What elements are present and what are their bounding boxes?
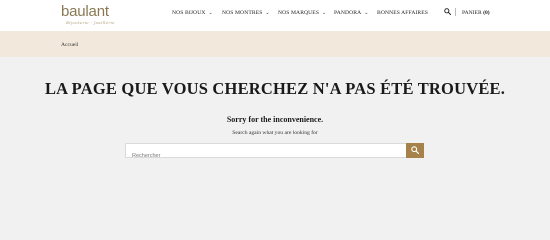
search-input[interactable]	[126, 149, 406, 163]
nav-item-nos-bijoux[interactable]: NOS BIJOUX ⌄	[172, 9, 213, 18]
site-header: baulant Bijouterie · Joaillerie NOS BIJO…	[0, 0, 550, 31]
nav-item-nos-montres[interactable]: NOS MONTRES ⌄	[222, 9, 270, 18]
cart-label: PANIER	[462, 10, 482, 16]
nav-item-label: NOS MARQUES	[278, 10, 320, 16]
site-logo[interactable]: baulant Bijouterie · Joaillerie	[61, 4, 125, 28]
breadcrumb-home-link[interactable]: Accueil	[61, 41, 78, 49]
page-title: LA PAGE QUE VOUS CHERCHEZ N'A PAS ÉTÉ TR…	[44, 79, 506, 98]
apology-text: Sorry for the inconvenience.	[226, 115, 324, 124]
search-field	[125, 143, 406, 163]
breadcrumb: Accueil	[0, 31, 550, 57]
search-button[interactable]	[406, 143, 424, 158]
search-icon[interactable]	[444, 8, 451, 15]
header-divider	[455, 8, 456, 16]
nav-item-label: PANDORA	[334, 10, 362, 16]
search-hint: Search again what you are looking for	[232, 130, 318, 136]
search-icon	[411, 146, 419, 154]
chevron-down-icon: ⌄	[265, 11, 270, 16]
chevron-down-icon: ⌄	[322, 11, 327, 16]
nav-item-pandora[interactable]: PANDORA ⌄	[334, 9, 369, 18]
nav-item-nos-marques[interactable]: NOS MARQUES ⌄	[278, 9, 326, 18]
cart-count: (0)	[483, 10, 490, 16]
nav-item-label: BONNES AFFAIRES	[377, 10, 428, 16]
cart-link[interactable]: PANIER (0)	[462, 9, 490, 17]
nav-item-bonnes-affaires[interactable]: BONNES AFFAIRES	[377, 9, 428, 17]
chevron-down-icon: ⌄	[208, 11, 213, 16]
chevron-down-icon: ⌄	[364, 11, 369, 16]
nav-item-label: NOS BIJOUX	[172, 10, 206, 16]
logo-wordmark: baulant	[61, 3, 109, 20]
nav-item-label: NOS MONTRES	[222, 10, 263, 16]
logo-tagline: Bijouterie · Joaillerie	[66, 20, 115, 25]
